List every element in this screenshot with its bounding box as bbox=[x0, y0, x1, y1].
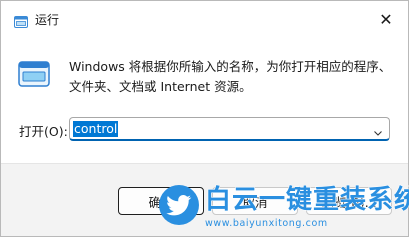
open-input-value[interactable]: control bbox=[73, 121, 119, 137]
open-label: 打开(O): bbox=[19, 124, 68, 139]
run-app-icon bbox=[18, 61, 50, 87]
chevron-down-icon[interactable] bbox=[373, 123, 383, 136]
watermark: 白云一键重装系统 www.baiyunxitong.com bbox=[159, 181, 409, 237]
bird-logo-icon bbox=[159, 185, 199, 225]
close-button[interactable]: ✕ bbox=[372, 5, 400, 33]
description: Windows 将根据你所输入的名称，为你打开相应的程序、 文件夹、文档或 In… bbox=[69, 57, 392, 97]
run-dialog: 运行 ✕ Windows 将根据你所输入的名称，为你打开相应的程序、 文件夹、文… bbox=[0, 0, 409, 237]
close-icon: ✕ bbox=[379, 9, 393, 29]
title-bar[interactable]: 运行 ✕ bbox=[1, 1, 408, 37]
watermark-url: www.baiyunxitong.com bbox=[205, 218, 328, 229]
description-line-2: 文件夹、文档或 Internet 资源。 bbox=[69, 79, 252, 94]
run-icon bbox=[14, 13, 28, 28]
description-line-1: Windows 将根据你所输入的名称，为你打开相应的程序、 bbox=[69, 59, 392, 74]
window-title: 运行 bbox=[35, 13, 60, 27]
watermark-title: 白云一键重装系统 bbox=[204, 185, 409, 216]
open-combobox[interactable]: control bbox=[69, 117, 390, 141]
